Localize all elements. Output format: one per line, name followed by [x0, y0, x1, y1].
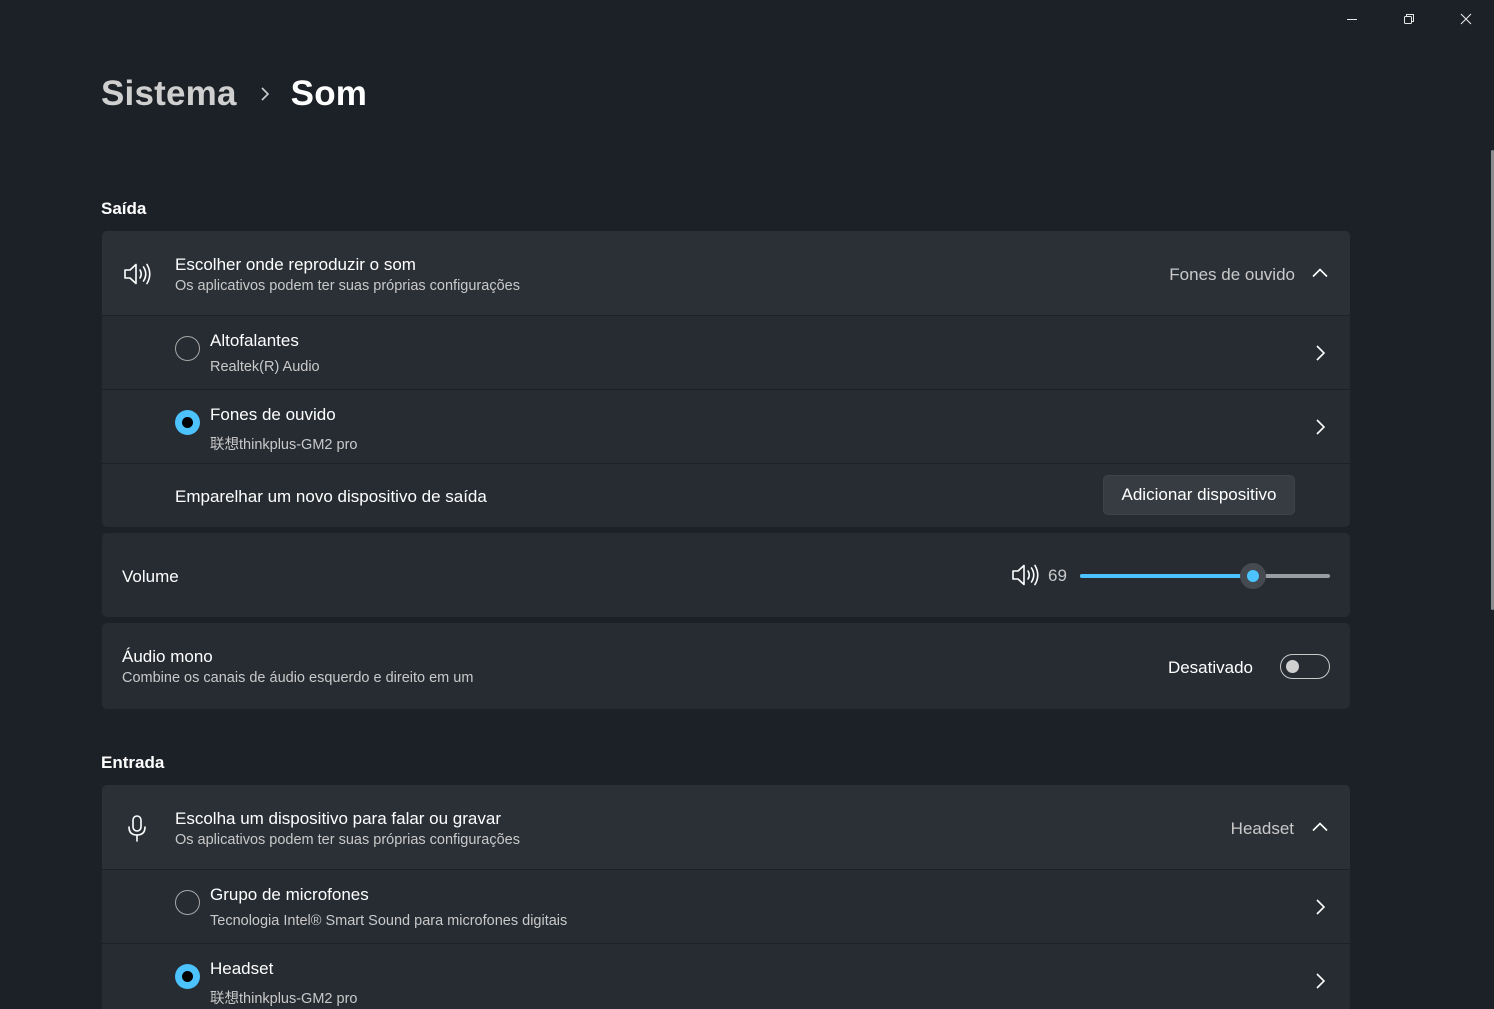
- minimize-icon: [1346, 19, 1357, 20]
- input-device-name: Headset: [210, 959, 274, 978]
- chevron-up-icon[interactable]: [1310, 263, 1330, 283]
- output-device-detail: 联想thinkplus-GM2 pro: [210, 437, 358, 453]
- chevron-right-icon: [1310, 417, 1330, 437]
- output-device-detail: Realtek(R) Audio: [210, 359, 320, 375]
- volume-label: Volume: [122, 567, 179, 586]
- mono-audio-card: Áudio mono Combine os canais de áudio es…: [102, 623, 1350, 709]
- breadcrumb-parent-link[interactable]: Sistema: [101, 74, 237, 114]
- input-device-detail: Tecnologia Intel® Smart Sound para micro…: [210, 913, 568, 929]
- mono-audio-toggle[interactable]: [1280, 654, 1330, 679]
- input-chooser-title: Escolha um dispositivo para falar ou gra…: [175, 809, 501, 828]
- toggle-knob: [1286, 659, 1299, 673]
- volume-value: 69: [1048, 566, 1067, 585]
- output-chooser-title: Escolher onde reproduzir o som: [175, 255, 416, 274]
- output-device-name: Fones de ouvido: [210, 405, 336, 424]
- input-selected-device: Headset: [1230, 819, 1294, 838]
- output-device-radio[interactable]: [175, 336, 200, 361]
- chevron-right-icon: [259, 86, 271, 102]
- add-device-button[interactable]: Adicionar dispositivo: [1103, 475, 1295, 515]
- pair-output-row: Emparelhar um novo dispositivo de saída …: [102, 464, 1350, 527]
- mono-audio-state: Desativado: [1167, 658, 1253, 677]
- restore-icon: [1403, 14, 1414, 24]
- page-title: Som: [290, 74, 368, 113]
- settings-window: Sistema Som Saída Escolher onde reproduz…: [0, 0, 1494, 1009]
- input-device-card: Escolha um dispositivo para falar ou gra…: [102, 785, 1350, 1009]
- volume-slider-fill: [1080, 574, 1253, 578]
- output-chooser-header[interactable]: Escolher onde reproduzir o som Os aplica…: [102, 231, 1350, 316]
- title-bar-controls: [1323, 0, 1494, 38]
- close-icon: [1460, 13, 1471, 25]
- output-chooser-subtitle: Os aplicativos podem ter suas próprias c…: [175, 278, 520, 294]
- output-device-row[interactable]: Fones de ouvido 联想thinkplus-GM2 pro: [102, 390, 1350, 464]
- output-device-row[interactable]: Altofalantes Realtek(R) Audio: [102, 316, 1350, 390]
- close-button[interactable]: [1437, 0, 1494, 38]
- microphone-icon: [124, 814, 150, 844]
- input-section-title: Entrada: [101, 753, 165, 772]
- volume-card: Volume 69: [102, 533, 1350, 617]
- volume-slider[interactable]: [1080, 563, 1330, 589]
- speaker-icon[interactable]: [1010, 561, 1040, 589]
- volume-slider-thumb[interactable]: [1240, 563, 1266, 589]
- restore-button[interactable]: [1380, 0, 1437, 38]
- pair-output-label: Emparelhar um novo dispositivo de saída: [175, 487, 487, 506]
- output-device-radio-selected[interactable]: [175, 410, 200, 435]
- input-device-name: Grupo de microfones: [210, 885, 369, 904]
- mono-audio-subtitle: Combine os canais de áudio esquerdo e di…: [122, 670, 474, 686]
- chevron-right-icon: [1310, 897, 1330, 917]
- input-device-radio-selected[interactable]: [175, 964, 200, 989]
- chevron-right-icon: [1310, 971, 1330, 991]
- output-selected-device: Fones de ouvido: [1169, 265, 1295, 284]
- minimize-button[interactable]: [1323, 0, 1380, 38]
- output-device-name: Altofalantes: [210, 331, 299, 350]
- input-chooser-subtitle: Os aplicativos podem ter suas próprias c…: [175, 832, 520, 848]
- input-chooser-header[interactable]: Escolha um dispositivo para falar ou gra…: [102, 785, 1350, 870]
- output-section-title: Saída: [101, 199, 147, 218]
- mono-audio-title: Áudio mono: [122, 647, 213, 666]
- chevron-right-icon: [1310, 343, 1330, 363]
- input-device-detail: 联想thinkplus-GM2 pro: [210, 991, 358, 1007]
- input-device-row[interactable]: Grupo de microfones Tecnologia Intel® Sm…: [102, 870, 1350, 944]
- breadcrumb: Sistema Som: [101, 70, 367, 118]
- output-device-card: Escolher onde reproduzir o som Os aplica…: [102, 231, 1350, 527]
- input-device-row[interactable]: Headset 联想thinkplus-GM2 pro: [102, 944, 1350, 1009]
- chevron-up-icon[interactable]: [1310, 817, 1330, 837]
- speaker-icon: [122, 260, 152, 288]
- input-device-radio[interactable]: [175, 890, 200, 915]
